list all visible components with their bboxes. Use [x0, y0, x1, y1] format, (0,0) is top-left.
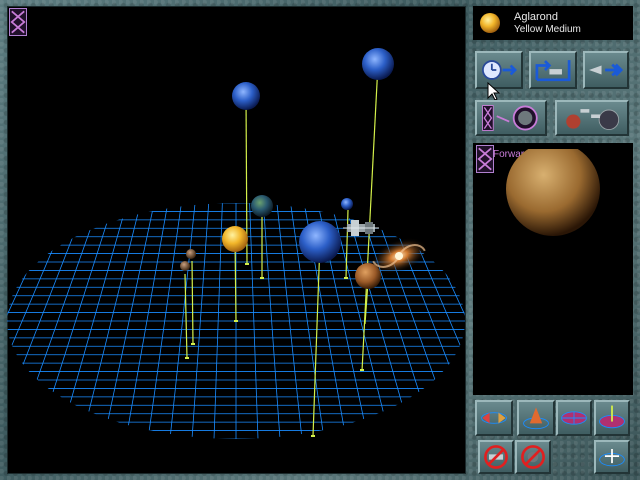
fleet-move-button[interactable]	[583, 51, 629, 89]
planet-portrait	[506, 149, 600, 236]
star-type: Yellow Medium	[514, 24, 581, 35]
galaxy-viewport[interactable]	[7, 6, 466, 474]
grid-axis-button[interactable]	[594, 400, 630, 436]
moon[interactable]	[180, 261, 190, 271]
desert-planet[interactable]	[355, 263, 381, 289]
star-sun[interactable]	[222, 226, 248, 252]
gas-giant-planet[interactable]	[232, 82, 260, 110]
terran-planet[interactable]	[251, 195, 273, 217]
planet-selection-icon[interactable]	[476, 145, 494, 173]
planet-info-panel: Forward Station	[473, 143, 633, 395]
planet-view-icon	[482, 105, 538, 131]
gas-giant-planet[interactable]	[299, 221, 341, 263]
planet-view-button[interactable]	[475, 100, 547, 136]
star-icon	[480, 13, 500, 33]
star-info-header: Aglarond Yellow Medium	[473, 6, 633, 40]
rotate-left-right-icon	[481, 412, 507, 424]
hide-planets-button[interactable]	[515, 440, 551, 474]
return-to-system-icon	[535, 60, 571, 82]
galaxy-map[interactable]	[7, 6, 466, 474]
hide-ships-button[interactable]	[478, 440, 514, 474]
moon[interactable]	[186, 249, 196, 259]
tilt-view-button[interactable]	[517, 400, 555, 436]
fleet-move-icon	[589, 63, 624, 77]
mouse-cursor-icon	[487, 82, 501, 101]
stalk-base-markers	[185, 263, 364, 437]
star-name: Aglarond	[514, 11, 559, 23]
system-menu-icon[interactable]	[9, 8, 27, 36]
gas-giant-planet[interactable]	[362, 48, 394, 80]
grid-axis-icon	[599, 405, 625, 429]
grid-add-button[interactable]	[594, 440, 630, 474]
fleet-list-icon	[566, 109, 620, 130]
space-station[interactable]	[343, 220, 379, 236]
grid-add-icon	[599, 449, 625, 467]
grid-flat-icon	[561, 411, 587, 425]
tilt-view-icon	[523, 407, 549, 430]
no-ships-filter-icon	[484, 445, 508, 469]
return-to-system-button[interactable]	[529, 51, 577, 89]
rotate-view-button[interactable]	[475, 400, 513, 436]
grid-flat-button[interactable]	[556, 400, 592, 436]
fleet-list-button[interactable]	[555, 100, 629, 136]
small-planet[interactable]	[341, 198, 353, 210]
no-planets-filter-icon	[521, 445, 545, 469]
